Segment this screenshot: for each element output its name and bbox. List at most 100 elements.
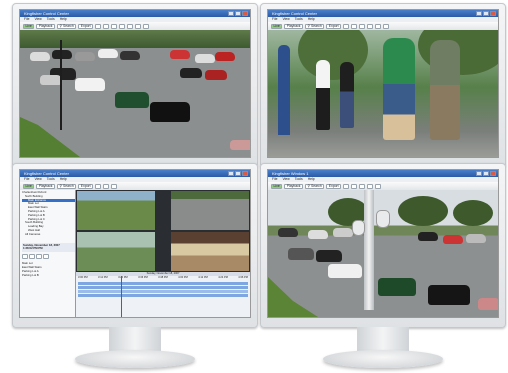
live-button[interactable]: Live	[271, 183, 283, 189]
camera-tile-grass[interactable]	[77, 191, 155, 230]
zoom-out-icon[interactable]	[351, 183, 358, 189]
camera-tile-lobby[interactable]	[171, 232, 249, 271]
live-button[interactable]: Live	[23, 23, 35, 29]
camera-tile-walkway[interactable]	[77, 232, 155, 271]
timeline-scale: 3:00 PM 3:12 PM 3:24 PM 3:36 PM 3:48 PM …	[76, 276, 250, 280]
car	[52, 50, 72, 59]
menu-view[interactable]: View	[34, 17, 41, 22]
search-button[interactable]: ⚲ Search	[305, 183, 325, 189]
camera-tile-lot[interactable]	[171, 191, 249, 230]
layout-16-icon[interactable]	[135, 23, 142, 29]
layout-9-icon[interactable]	[375, 23, 382, 29]
zoom-in-icon[interactable]	[343, 183, 350, 189]
search-button[interactable]: ⚲ Search	[57, 23, 77, 29]
maximize-button[interactable]	[483, 11, 489, 16]
playhead[interactable]	[121, 276, 122, 317]
menu-file[interactable]: File	[272, 177, 277, 182]
time-label: 1:28:02 PM PM	[23, 246, 43, 251]
car	[205, 70, 227, 80]
live-button[interactable]: Live	[271, 23, 283, 29]
window-title: Kingfisher Window 1	[272, 171, 309, 176]
zoom-in-icon[interactable]	[95, 183, 102, 189]
zoom-out-icon[interactable]	[103, 23, 110, 29]
playback-button[interactable]: Playback	[284, 183, 303, 189]
minimize-button[interactable]	[476, 11, 482, 16]
menu-help[interactable]: Help	[60, 177, 67, 182]
layout-1-icon[interactable]	[359, 23, 366, 29]
camera-view-parking-lot[interactable]	[20, 30, 250, 157]
camera-view-pedestrians[interactable]	[268, 30, 498, 157]
layout-4-icon[interactable]	[111, 183, 118, 189]
close-button[interactable]	[490, 171, 496, 176]
car	[418, 232, 438, 241]
car	[40, 75, 62, 85]
export-label: Export	[328, 23, 339, 28]
pause-icon[interactable]	[36, 254, 42, 260]
menu-file[interactable]: File	[24, 17, 29, 22]
layout-4-icon[interactable]	[367, 183, 374, 189]
search-button[interactable]: ⚲ Search	[305, 23, 325, 29]
timeline-row-label: Parking Lot B	[22, 272, 39, 277]
layout-9-icon[interactable]	[127, 23, 134, 29]
playback-label: Playback	[286, 23, 301, 28]
export-button[interactable]: Export	[78, 23, 94, 29]
rewind-icon[interactable]	[22, 254, 28, 260]
menu-help[interactable]: Help	[308, 177, 315, 182]
layout-4-icon[interactable]	[367, 23, 374, 29]
menu-help[interactable]: Help	[308, 17, 315, 22]
menu-tools[interactable]: Tools	[295, 17, 303, 22]
car	[150, 102, 190, 122]
fullscreen-icon[interactable]	[143, 23, 150, 29]
camera-view-parking-lot[interactable]	[268, 190, 498, 317]
layout-1-icon[interactable]	[111, 23, 118, 29]
menu-view[interactable]: View	[282, 177, 289, 182]
layout-1-icon[interactable]	[359, 183, 366, 189]
fullscreen-icon[interactable]	[375, 183, 382, 189]
search-button[interactable]: ⚲ Search	[57, 183, 77, 189]
menu-tools[interactable]: Tools	[47, 177, 55, 182]
menu-help[interactable]: Help	[60, 17, 67, 22]
recording-bar	[78, 282, 248, 285]
menu-tools[interactable]: Tools	[47, 17, 55, 22]
export-label: Export	[80, 23, 91, 28]
close-button[interactable]	[242, 171, 248, 176]
playback-button[interactable]: Playback	[36, 23, 55, 29]
fullscreen-icon[interactable]	[383, 23, 390, 29]
export-button[interactable]: Export	[326, 23, 342, 29]
export-button[interactable]: Export	[78, 183, 94, 189]
fast-forward-icon[interactable]	[43, 254, 49, 260]
menu-file[interactable]: File	[272, 17, 277, 22]
maximize-button[interactable]	[483, 171, 489, 176]
export-button[interactable]: Export	[326, 183, 342, 189]
car	[333, 228, 353, 237]
tree-item[interactable]: All Cameras	[22, 232, 75, 237]
close-button[interactable]	[242, 11, 248, 16]
recording-bar	[78, 294, 248, 297]
maximize-button[interactable]	[235, 171, 241, 176]
zoom-in-icon[interactable]	[95, 23, 102, 29]
maximize-button[interactable]	[235, 11, 241, 16]
car	[316, 250, 342, 262]
zoom-in-icon[interactable]	[343, 23, 350, 29]
car	[98, 49, 118, 58]
car	[278, 228, 298, 237]
playback-label: Playback	[38, 183, 53, 188]
menu-tools[interactable]: Tools	[295, 177, 303, 182]
menu-file[interactable]: File	[24, 177, 29, 182]
menu-view[interactable]: View	[282, 17, 289, 22]
live-label: Live	[273, 23, 280, 28]
timeline[interactable]: Sunday, November 18, 2007 3:00 PM 3:12 P…	[76, 272, 250, 317]
menu-view[interactable]: View	[34, 177, 41, 182]
zoom-out-icon[interactable]	[103, 183, 110, 189]
car	[115, 92, 149, 108]
zoom-out-icon[interactable]	[351, 23, 358, 29]
minimize-button[interactable]	[476, 171, 482, 176]
playback-button[interactable]: Playback	[36, 183, 55, 189]
live-button[interactable]: Live	[23, 183, 35, 189]
close-button[interactable]	[490, 11, 496, 16]
layout-4-icon[interactable]	[119, 23, 126, 29]
minimize-button[interactable]	[228, 171, 234, 176]
playback-button[interactable]: Playback	[284, 23, 303, 29]
minimize-button[interactable]	[228, 11, 234, 16]
play-icon[interactable]	[29, 254, 35, 260]
